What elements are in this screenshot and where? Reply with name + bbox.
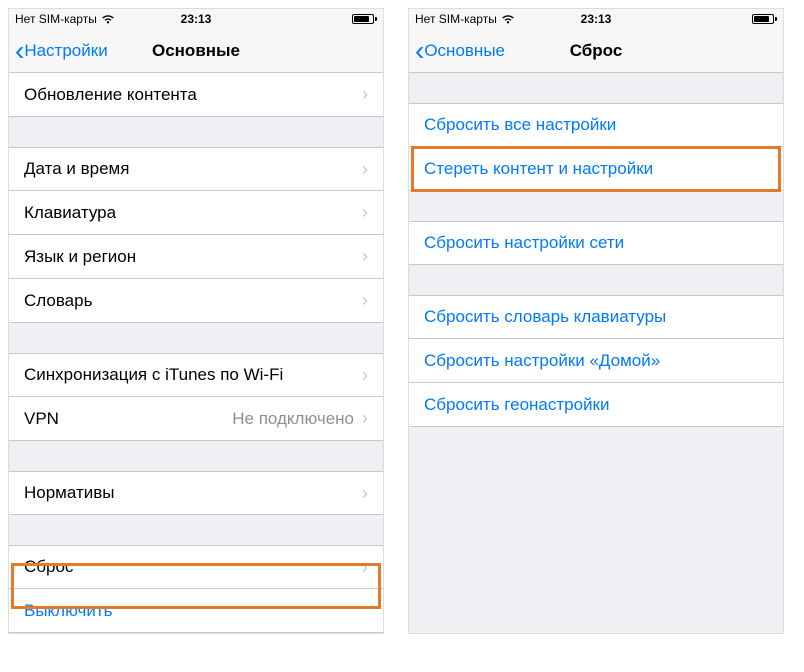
status-time: 23:13 (181, 12, 212, 26)
row-reset-location[interactable]: Сбросить геонастройки (409, 383, 783, 427)
phone-general-settings: Нет SIM-карты 23:13 ‹ Настройки Основные… (8, 8, 384, 634)
nav-bar: ‹ Настройки Основные (9, 29, 383, 73)
wifi-icon (501, 14, 515, 24)
row-label: Синхронизация с iTunes по Wi-Fi (24, 365, 283, 385)
row-value: Не подключено (232, 409, 354, 429)
row-label: Нормативы (24, 483, 115, 503)
chevron-right-icon: › (362, 483, 368, 504)
chevron-right-icon: › (362, 408, 368, 429)
row-label: Сбросить геонастройки (424, 395, 610, 415)
page-title: Основные (152, 41, 240, 61)
chevron-right-icon: › (362, 202, 368, 223)
row-label: Сбросить словарь клавиатуры (424, 307, 666, 327)
nav-bar: ‹ Основные Сброс (409, 29, 783, 73)
chevron-left-icon: ‹ (15, 37, 24, 65)
chevron-right-icon: › (362, 557, 368, 578)
carrier-text: Нет SIM-карты (415, 12, 497, 26)
row-label: Сброс (24, 557, 73, 577)
settings-list: Обновление контента › Дата и время › Кла… (9, 73, 383, 633)
chevron-right-icon: › (362, 84, 368, 105)
row-label: Словарь (24, 291, 92, 311)
battery-icon (352, 14, 377, 24)
row-label: Обновление контента (24, 85, 197, 105)
row-vpn[interactable]: VPN Не подключено › (9, 397, 383, 441)
chevron-right-icon: › (362, 365, 368, 386)
row-reset-network[interactable]: Сбросить настройки сети (409, 221, 783, 265)
back-label: Основные (424, 41, 505, 61)
carrier-text: Нет SIM-карты (15, 12, 97, 26)
row-language-region[interactable]: Язык и регион › (9, 235, 383, 279)
back-button[interactable]: ‹ Настройки (9, 37, 108, 65)
status-bar: Нет SIM-карты 23:13 (9, 9, 383, 29)
row-label: VPN (24, 409, 59, 429)
row-label: Язык и регион (24, 247, 136, 267)
phone-reset-settings: Нет SIM-карты 23:13 ‹ Основные Сброс Сбр… (408, 8, 784, 634)
page-title: Сброс (570, 41, 623, 61)
row-label: Выключить (24, 601, 112, 621)
row-regulatory[interactable]: Нормативы › (9, 471, 383, 515)
chevron-left-icon: ‹ (415, 37, 424, 65)
chevron-right-icon: › (362, 159, 368, 180)
battery-icon (752, 14, 777, 24)
status-bar: Нет SIM-карты 23:13 (409, 9, 783, 29)
row-dictionary[interactable]: Словарь › (9, 279, 383, 323)
row-content-update[interactable]: Обновление контента › (9, 73, 383, 117)
row-label: Сбросить все настройки (424, 115, 616, 135)
row-reset-keyboard-dictionary[interactable]: Сбросить словарь клавиатуры (409, 295, 783, 339)
row-label: Дата и время (24, 159, 129, 179)
back-button[interactable]: ‹ Основные (409, 37, 505, 65)
back-label: Настройки (24, 41, 107, 61)
row-label: Сбросить настройки «Домой» (424, 351, 660, 371)
row-itunes-wifi-sync[interactable]: Синхронизация с iTunes по Wi-Fi › (9, 353, 383, 397)
reset-list: Сбросить все настройки Стереть контент и… (409, 73, 783, 427)
row-keyboard[interactable]: Клавиатура › (9, 191, 383, 235)
row-erase-content-settings[interactable]: Стереть контент и настройки (409, 147, 783, 191)
wifi-icon (101, 14, 115, 24)
row-reset[interactable]: Сброс › (9, 545, 383, 589)
row-reset-all-settings[interactable]: Сбросить все настройки (409, 103, 783, 147)
row-label: Сбросить настройки сети (424, 233, 624, 253)
row-reset-home-layout[interactable]: Сбросить настройки «Домой» (409, 339, 783, 383)
row-date-time[interactable]: Дата и время › (9, 147, 383, 191)
status-time: 23:13 (581, 12, 612, 26)
row-label: Стереть контент и настройки (424, 159, 653, 179)
chevron-right-icon: › (362, 246, 368, 267)
row-label: Клавиатура (24, 203, 116, 223)
row-shutdown[interactable]: Выключить (9, 589, 383, 633)
chevron-right-icon: › (362, 290, 368, 311)
